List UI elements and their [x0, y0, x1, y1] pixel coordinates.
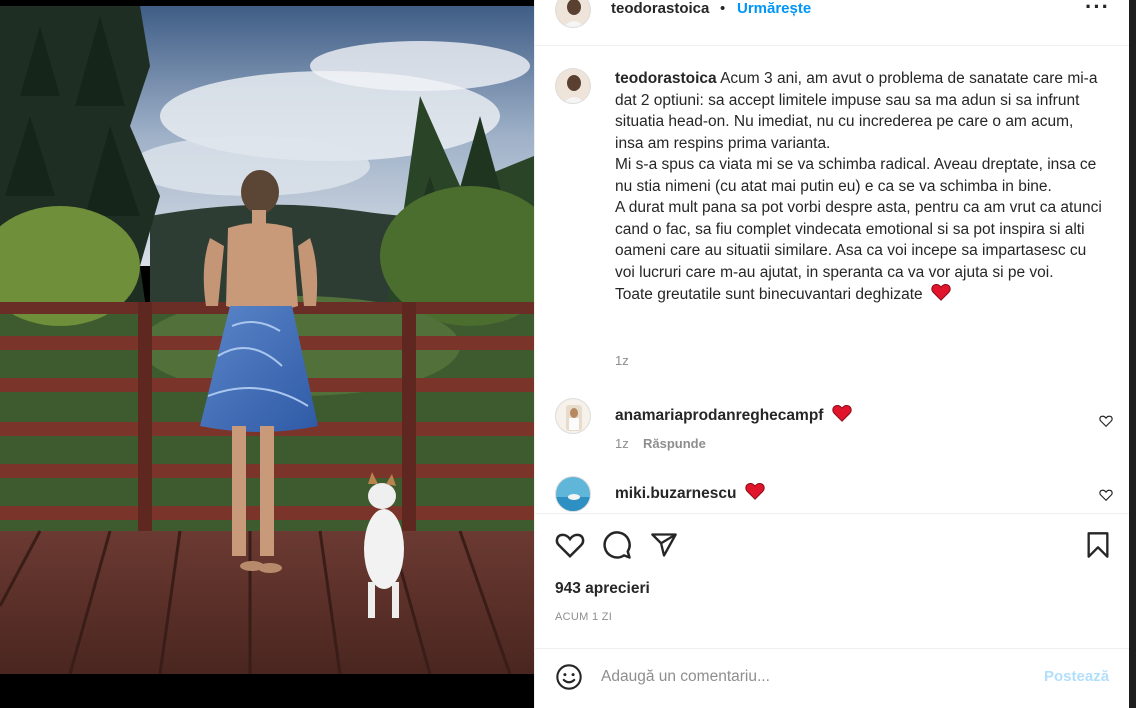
post-photo-container — [0, 0, 534, 708]
comment-username[interactable]: anamariaprodanreghecampf — [615, 407, 823, 424]
share-paper-plane-icon[interactable] — [650, 531, 678, 559]
add-comment-bar: Postează — [535, 648, 1130, 708]
caption-text-line-3: A durat mult pana sa pot vorbi despre as… — [615, 199, 1102, 281]
caption-text-line-4: Toate greutatile sunt binecuvantari degh… — [615, 286, 923, 303]
commenter-avatar[interactable] — [555, 476, 591, 512]
comment-timestamp[interactable]: 1z — [615, 436, 629, 451]
commenter-avatar[interactable] — [555, 398, 591, 434]
more-options-icon[interactable]: ··· — [1085, 0, 1110, 18]
header-separator: • — [720, 0, 726, 17]
post-detail-panel: teodorastoica • Urmărește ··· teodorasto… — [534, 0, 1130, 708]
caption-username[interactable]: teodorastoica — [615, 70, 717, 87]
caption-avatar[interactable] — [555, 68, 591, 104]
save-bookmark-icon[interactable] — [1085, 531, 1111, 559]
author-avatar[interactable] — [555, 0, 591, 28]
follow-button[interactable]: Urmărește — [737, 0, 811, 18]
post-comment-button[interactable]: Postează — [1044, 668, 1109, 685]
post-header: teodorastoica • Urmărește ··· — [535, 0, 1130, 46]
window-edge — [1129, 0, 1136, 708]
author-username[interactable]: teodorastoica — [611, 0, 709, 18]
red-heart-emoji-icon — [745, 483, 765, 500]
comment-bubble-icon[interactable] — [602, 530, 632, 560]
like-comment-heart-icon[interactable] — [1099, 488, 1113, 502]
comment-username[interactable]: miki.buzarnescu — [615, 485, 736, 502]
comment-item: anamariaprodanreghecampf 1z Răspunde — [535, 398, 1130, 458]
comment-text: miki.buzarnescu — [615, 482, 765, 504]
comment-text: anamariaprodanreghecampf — [615, 404, 852, 426]
like-comment-heart-icon[interactable] — [1099, 414, 1113, 428]
post-photo[interactable] — [0, 6, 534, 674]
caption-text-line-2: Mi s-a spus ca viata mi se va schimba ra… — [615, 156, 1097, 195]
emoji-smiley-icon[interactable] — [555, 663, 583, 691]
caption-timestamp[interactable]: 1z — [615, 353, 629, 368]
post-date[interactable]: ACUM 1 ZI — [555, 611, 612, 623]
comment-input[interactable] — [601, 664, 1031, 690]
red-heart-emoji-icon — [832, 405, 852, 422]
comments-section[interactable]: teodorastoica Acum 3 ani, am avut o prob… — [535, 46, 1130, 512]
likes-count[interactable]: 943 aprecieri — [555, 580, 650, 598]
red-heart-emoji-icon — [931, 284, 951, 301]
post-caption: teodorastoica Acum 3 ani, am avut o prob… — [615, 68, 1105, 306]
reply-button[interactable]: Răspunde — [643, 436, 706, 451]
post-actions-section: 943 aprecieri ACUM 1 ZI — [535, 513, 1130, 653]
comment-item: miki.buzarnescu — [535, 476, 1130, 512]
like-heart-icon[interactable] — [555, 531, 585, 559]
